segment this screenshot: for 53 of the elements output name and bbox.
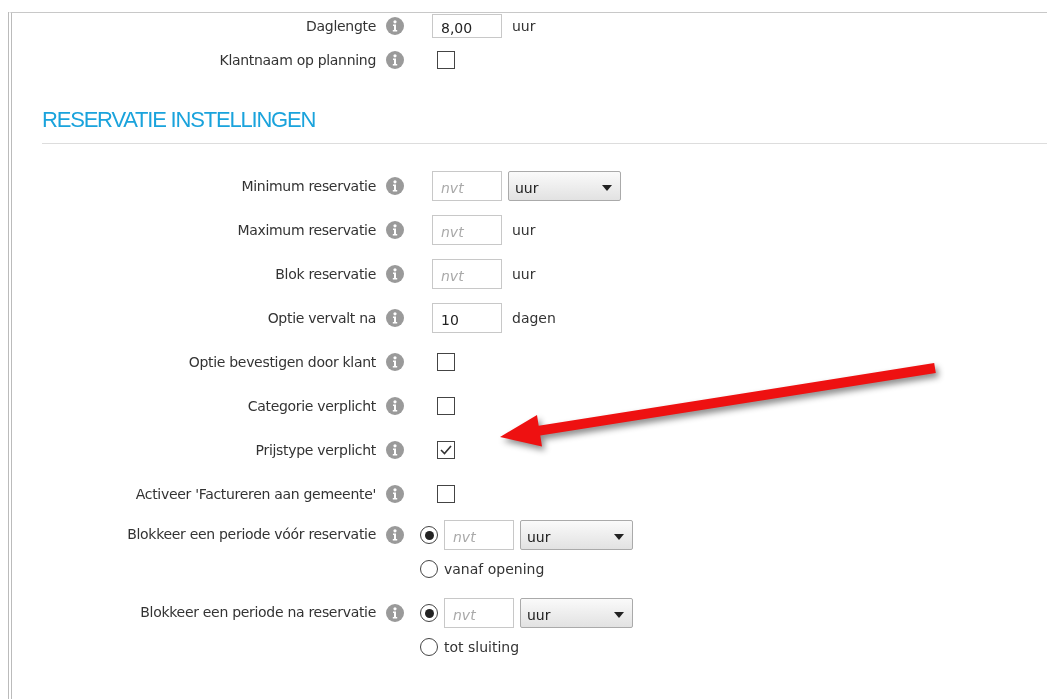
field-label: Optie bevestigen door klant	[187, 354, 376, 370]
radio-label: vanaf opening	[444, 561, 545, 577]
unit-dropdown[interactable]: uur	[520, 598, 633, 628]
unit-dropdown[interactable]: uur	[508, 171, 621, 201]
field-label: Daglengte	[305, 18, 376, 34]
info-icon[interactable]	[386, 221, 404, 239]
radio-button[interactable]	[420, 638, 438, 656]
checkbox[interactable]	[437, 353, 455, 371]
info-icon[interactable]	[386, 265, 404, 283]
checkbox[interactable]	[437, 397, 455, 415]
radio-button[interactable]	[420, 560, 438, 578]
radio-label: tot sluiting	[444, 639, 520, 655]
field-label: Blokkeer een periode vóór reservatie	[126, 525, 376, 542]
text-field[interactable]: 8,00	[432, 14, 502, 38]
field-label: Activeer 'Factureren aan gemeente'	[134, 486, 376, 502]
field-label: Blok reservatie	[274, 266, 376, 282]
field-label: Blokkeer een periode na reservatie	[139, 603, 376, 620]
radio-button[interactable]	[420, 604, 438, 622]
text-field[interactable]: nvt	[432, 259, 502, 289]
caret-icon	[614, 611, 624, 618]
field-label: Minimum reservatie	[240, 178, 376, 194]
unit-label: uur	[511, 18, 536, 34]
caret-icon	[602, 184, 612, 191]
info-icon[interactable]	[386, 485, 404, 503]
info-icon[interactable]	[386, 441, 404, 459]
section-title: RESERVATIE INSTELLINGEN	[42, 107, 317, 133]
unit-label: dagen	[511, 310, 556, 326]
radio-button[interactable]	[420, 526, 438, 544]
info-icon[interactable]	[386, 353, 404, 371]
field-label: Categorie verplicht	[246, 398, 376, 414]
info-icon[interactable]	[386, 17, 404, 35]
info-icon[interactable]	[386, 397, 404, 415]
text-field[interactable]: nvt	[444, 520, 514, 550]
checkbox[interactable]	[437, 441, 455, 459]
info-icon[interactable]	[386, 526, 404, 544]
info-icon[interactable]	[386, 604, 404, 622]
checkbox[interactable]	[437, 51, 455, 69]
info-icon[interactable]	[386, 177, 404, 195]
info-icon[interactable]	[386, 309, 404, 327]
info-icon[interactable]	[386, 51, 404, 69]
field-label: Prijstype verplicht	[254, 442, 376, 458]
text-field[interactable]: nvt	[444, 598, 514, 628]
unit-dropdown[interactable]: uur	[520, 520, 633, 550]
text-field[interactable]: nvt	[432, 215, 502, 245]
field-label: Klantnaam op planning	[218, 52, 376, 68]
field-label: Optie vervalt na	[266, 310, 376, 326]
checkbox[interactable]	[437, 485, 455, 503]
field-label: Maximum reservatie	[236, 222, 376, 238]
text-field[interactable]: nvt	[432, 171, 502, 201]
caret-icon	[614, 533, 624, 540]
unit-label: uur	[511, 222, 536, 238]
text-field[interactable]: 10	[432, 303, 502, 333]
unit-label: uur	[511, 266, 536, 282]
